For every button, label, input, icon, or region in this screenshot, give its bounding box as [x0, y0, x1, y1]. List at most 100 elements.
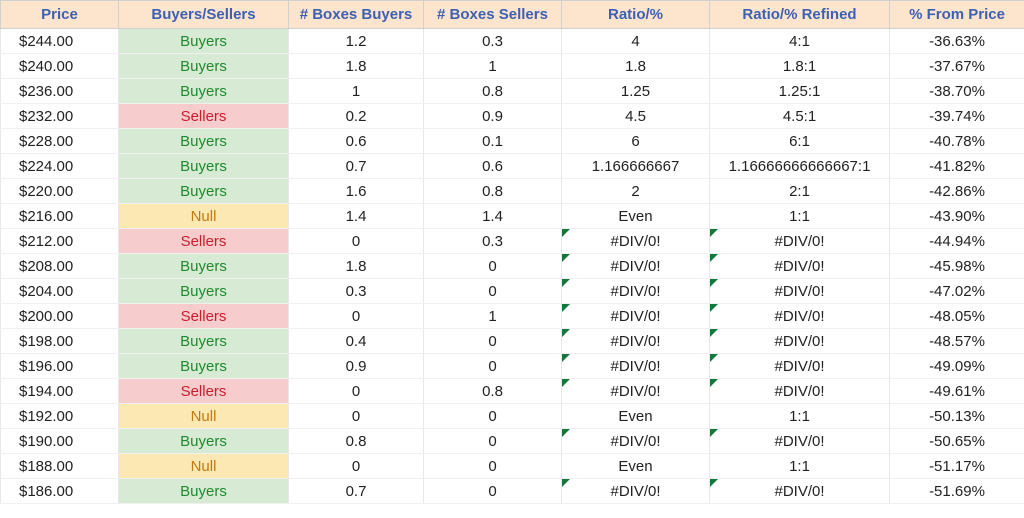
cell-buyers-sellers[interactable]: Buyers [119, 79, 289, 104]
cell-ratio-refined[interactable]: #DIV/0! [710, 429, 890, 454]
cell-buyers-sellers[interactable]: Buyers [119, 354, 289, 379]
cell-ratio-refined[interactable]: #DIV/0! [710, 379, 890, 404]
cell-price[interactable]: $236.00 [1, 79, 119, 104]
cell-ratio[interactable]: Even [562, 404, 710, 429]
cell-boxes-buyers[interactable]: 0 [289, 404, 424, 429]
cell-ratio[interactable]: 1.8 [562, 54, 710, 79]
cell-price[interactable]: $212.00 [1, 229, 119, 254]
table-row[interactable]: $236.00Buyers10.81.251.25:1-38.70% [1, 79, 1024, 104]
cell-boxes-sellers[interactable]: 0 [424, 329, 562, 354]
cell-pct-from-price[interactable]: -39.74% [890, 104, 1024, 129]
cell-price[interactable]: $228.00 [1, 129, 119, 154]
cell-ratio[interactable]: 1.25 [562, 79, 710, 104]
cell-pct-from-price[interactable]: -41.82% [890, 154, 1024, 179]
cell-price[interactable]: $188.00 [1, 454, 119, 479]
cell-ratio[interactable]: 2 [562, 179, 710, 204]
table-row[interactable]: $198.00Buyers0.40#DIV/0!#DIV/0!-48.57% [1, 329, 1024, 354]
table-row[interactable]: $240.00Buyers1.811.81.8:1-37.67% [1, 54, 1024, 79]
cell-ratio-refined[interactable]: 1:1 [710, 204, 890, 229]
table-row[interactable]: $216.00Null1.41.4Even1:1-43.90% [1, 204, 1024, 229]
cell-ratio-refined[interactable]: #DIV/0! [710, 354, 890, 379]
cell-ratio[interactable]: #DIV/0! [562, 379, 710, 404]
cell-boxes-buyers[interactable]: 1.4 [289, 204, 424, 229]
cell-boxes-buyers[interactable]: 0.8 [289, 429, 424, 454]
table-row[interactable]: $232.00Sellers0.20.94.54.5:1-39.74% [1, 104, 1024, 129]
cell-price[interactable]: $204.00 [1, 279, 119, 304]
cell-ratio[interactable]: 6 [562, 129, 710, 154]
cell-price[interactable]: $198.00 [1, 329, 119, 354]
cell-ratio-refined[interactable]: 4.5:1 [710, 104, 890, 129]
col-header-boxes-sellers[interactable]: # Boxes Sellers [424, 1, 562, 29]
cell-buyers-sellers[interactable]: Sellers [119, 304, 289, 329]
cell-ratio[interactable]: #DIV/0! [562, 479, 710, 504]
cell-buyers-sellers[interactable]: Null [119, 404, 289, 429]
cell-boxes-buyers[interactable]: 0.3 [289, 279, 424, 304]
cell-boxes-sellers[interactable]: 0.8 [424, 179, 562, 204]
cell-pct-from-price[interactable]: -38.70% [890, 79, 1024, 104]
table-row[interactable]: $244.00Buyers1.20.344:1-36.63% [1, 29, 1024, 54]
cell-pct-from-price[interactable]: -50.13% [890, 404, 1024, 429]
cell-ratio[interactable]: 1.166666667 [562, 154, 710, 179]
cell-boxes-sellers[interactable]: 0.3 [424, 229, 562, 254]
cell-ratio-refined[interactable]: #DIV/0! [710, 304, 890, 329]
cell-boxes-buyers[interactable]: 1.8 [289, 54, 424, 79]
cell-buyers-sellers[interactable]: Buyers [119, 329, 289, 354]
cell-ratio[interactable]: #DIV/0! [562, 254, 710, 279]
cell-ratio[interactable]: #DIV/0! [562, 229, 710, 254]
cell-ratio[interactable]: #DIV/0! [562, 304, 710, 329]
cell-ratio-refined[interactable]: #DIV/0! [710, 254, 890, 279]
cell-ratio-refined[interactable]: 6:1 [710, 129, 890, 154]
cell-buyers-sellers[interactable]: Null [119, 204, 289, 229]
cell-price[interactable]: $208.00 [1, 254, 119, 279]
cell-ratio[interactable]: 4.5 [562, 104, 710, 129]
cell-pct-from-price[interactable]: -51.17% [890, 454, 1024, 479]
cell-boxes-buyers[interactable]: 0 [289, 304, 424, 329]
cell-pct-from-price[interactable]: -45.98% [890, 254, 1024, 279]
cell-boxes-sellers[interactable]: 0.8 [424, 379, 562, 404]
cell-pct-from-price[interactable]: -40.78% [890, 129, 1024, 154]
cell-pct-from-price[interactable]: -36.63% [890, 29, 1024, 54]
cell-ratio-refined[interactable]: 1:1 [710, 404, 890, 429]
cell-ratio[interactable]: Even [562, 204, 710, 229]
cell-boxes-sellers[interactable]: 1 [424, 54, 562, 79]
cell-price[interactable]: $224.00 [1, 154, 119, 179]
table-row[interactable]: $228.00Buyers0.60.166:1-40.78% [1, 129, 1024, 154]
cell-pct-from-price[interactable]: -44.94% [890, 229, 1024, 254]
cell-boxes-sellers[interactable]: 0 [424, 454, 562, 479]
cell-buyers-sellers[interactable]: Buyers [119, 254, 289, 279]
cell-ratio[interactable]: Even [562, 454, 710, 479]
cell-pct-from-price[interactable]: -51.69% [890, 479, 1024, 504]
cell-boxes-buyers[interactable]: 0.9 [289, 354, 424, 379]
cell-price[interactable]: $216.00 [1, 204, 119, 229]
cell-ratio-refined[interactable]: #DIV/0! [710, 279, 890, 304]
cell-buyers-sellers[interactable]: Buyers [119, 179, 289, 204]
cell-ratio[interactable]: #DIV/0! [562, 429, 710, 454]
cell-ratio-refined[interactable]: #DIV/0! [710, 329, 890, 354]
cell-price[interactable]: $232.00 [1, 104, 119, 129]
cell-boxes-sellers[interactable]: 0 [424, 354, 562, 379]
table-row[interactable]: $212.00Sellers00.3#DIV/0!#DIV/0!-44.94% [1, 229, 1024, 254]
cell-boxes-buyers[interactable]: 0 [289, 454, 424, 479]
cell-ratio-refined[interactable]: 4:1 [710, 29, 890, 54]
cell-ratio-refined[interactable]: 1:1 [710, 454, 890, 479]
cell-boxes-sellers[interactable]: 0.6 [424, 154, 562, 179]
cell-pct-from-price[interactable]: -48.57% [890, 329, 1024, 354]
cell-boxes-sellers[interactable]: 0 [424, 479, 562, 504]
cell-price[interactable]: $196.00 [1, 354, 119, 379]
cell-price[interactable]: $194.00 [1, 379, 119, 404]
cell-ratio[interactable]: #DIV/0! [562, 354, 710, 379]
table-row[interactable]: $190.00Buyers0.80#DIV/0!#DIV/0!-50.65% [1, 429, 1024, 454]
table-row[interactable]: $224.00Buyers0.70.61.1666666671.16666666… [1, 154, 1024, 179]
cell-boxes-buyers[interactable]: 0.7 [289, 154, 424, 179]
col-header-ratio-refined[interactable]: Ratio/% Refined [710, 1, 890, 29]
cell-buyers-sellers[interactable]: Buyers [119, 129, 289, 154]
cell-ratio-refined[interactable]: #DIV/0! [710, 229, 890, 254]
cell-pct-from-price[interactable]: -49.61% [890, 379, 1024, 404]
cell-boxes-sellers[interactable]: 0 [424, 404, 562, 429]
cell-boxes-sellers[interactable]: 0.8 [424, 79, 562, 104]
table-row[interactable]: $204.00Buyers0.30#DIV/0!#DIV/0!-47.02% [1, 279, 1024, 304]
table-row[interactable]: $200.00Sellers01#DIV/0!#DIV/0!-48.05% [1, 304, 1024, 329]
cell-buyers-sellers[interactable]: Sellers [119, 229, 289, 254]
cell-ratio-refined[interactable]: 1.25:1 [710, 79, 890, 104]
col-header-price[interactable]: Price [1, 1, 119, 29]
